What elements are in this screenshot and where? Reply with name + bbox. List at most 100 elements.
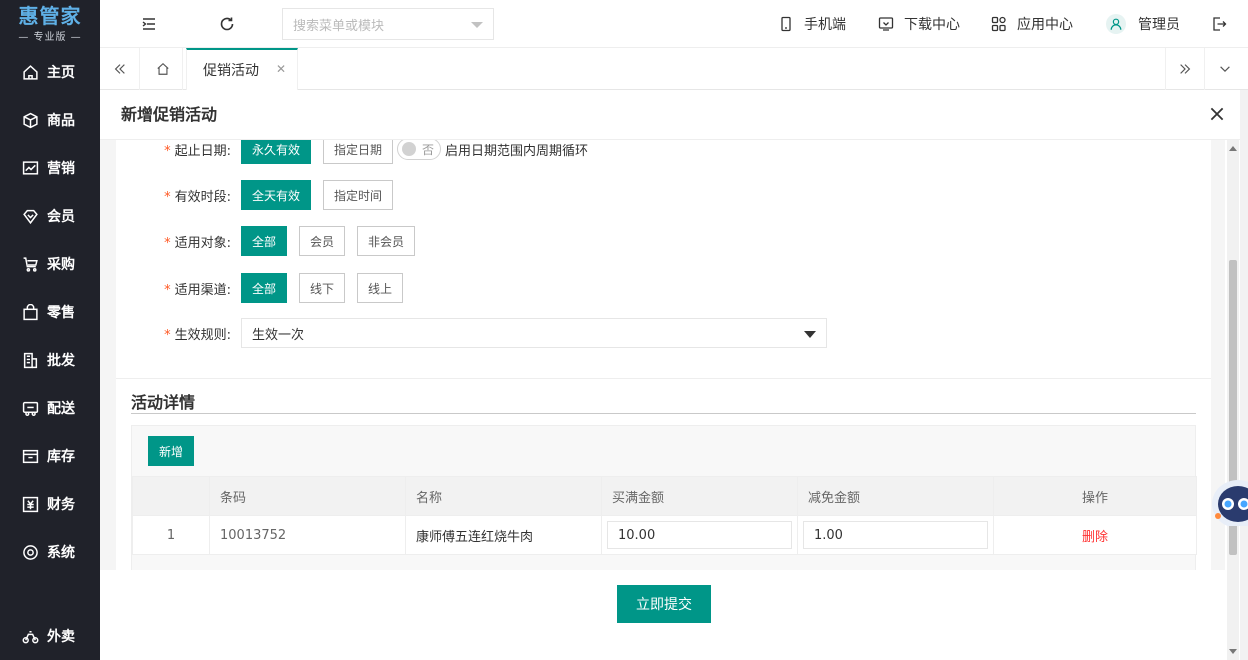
col-full-amount: 买满金额 bbox=[601, 476, 798, 516]
mobile-icon bbox=[781, 16, 791, 32]
date-option-specific-button[interactable]: 指定日期 bbox=[323, 140, 394, 164]
form-label: * 有效时段: bbox=[116, 186, 241, 205]
purchase-icon bbox=[22, 256, 39, 273]
form-card: * 起止日期: 永久有效 指定日期 否 启用日期范围内周期循环 * 有效时段: 全天… bbox=[116, 140, 1211, 378]
sidebar-item-finance[interactable]: 财务 bbox=[0, 480, 100, 528]
brand-title: 惠管家 bbox=[18, 4, 82, 28]
bag-icon bbox=[22, 303, 39, 321]
avatar bbox=[1106, 14, 1126, 34]
delete-row-link[interactable]: 删除 bbox=[1082, 530, 1108, 545]
top-header: 搜索菜单或模块 手机端 下载中心 应用中心 管理员 bbox=[100, 0, 1248, 48]
target-option-all-button[interactable]: 全部 bbox=[241, 226, 288, 256]
switch-knob bbox=[402, 142, 417, 156]
switch-text: 否 bbox=[422, 142, 435, 157]
search-menu-select[interactable]: 搜索菜单或模块 bbox=[282, 8, 494, 40]
col-name: 名称 bbox=[405, 476, 602, 516]
dialog-body: * 起止日期: 永久有效 指定日期 否 启用日期范围内周期循环 * 有效时段: 全天… bbox=[100, 140, 1225, 570]
period-option-specific-button[interactable]: 指定时间 bbox=[323, 180, 394, 210]
dialog-close-icon[interactable] bbox=[1208, 105, 1226, 123]
divider bbox=[131, 413, 1196, 414]
assistant-robot-icon[interactable] bbox=[1210, 470, 1248, 526]
sidebar-item-marketing[interactable]: 营销 bbox=[0, 144, 100, 192]
close-icon[interactable]: ✕ bbox=[275, 63, 287, 75]
target-option-member-button[interactable]: 会员 bbox=[299, 226, 346, 256]
col-minus-amount: 减免金额 bbox=[797, 476, 994, 516]
col-action: 操作 bbox=[993, 476, 1197, 516]
brand-logo[interactable]: 惠管家 — 专业版 — bbox=[0, 0, 100, 48]
sidebar-item-label: 主页 bbox=[47, 65, 75, 81]
minus-amount-input[interactable]: 1.00 bbox=[803, 521, 988, 549]
home-tab-icon[interactable] bbox=[143, 48, 183, 90]
tab-label: 促销活动 bbox=[203, 63, 259, 79]
form-label: * 起止日期: bbox=[116, 140, 241, 159]
sidebar-item-home[interactable]: 主页 bbox=[0, 48, 100, 96]
add-row-button[interactable]: 新增 bbox=[148, 436, 195, 466]
app-center-link[interactable]: 应用中心 bbox=[991, 0, 1073, 48]
sidebar-item-inventory[interactable]: 库存 bbox=[0, 432, 100, 480]
sidebar-item-retail[interactable]: 零售 bbox=[0, 288, 100, 336]
submit-button[interactable]: 立即提交 bbox=[617, 585, 711, 623]
sidebar-item-delivery[interactable]: 配送 bbox=[0, 384, 100, 432]
finance-icon bbox=[22, 496, 39, 513]
tab-menu-chevron-down-icon[interactable] bbox=[1205, 48, 1245, 90]
target-option-nonmember-button[interactable]: 非会员 bbox=[357, 226, 416, 256]
rule-select[interactable]: 生效一次 bbox=[241, 318, 827, 348]
user-menu[interactable]: 管理员 bbox=[1106, 0, 1180, 48]
sidebar-bottom: 外卖 bbox=[0, 612, 100, 660]
dialog-scrollbar[interactable] bbox=[1227, 140, 1239, 660]
scroll-up-icon[interactable] bbox=[1229, 146, 1237, 151]
required-mark: * bbox=[164, 235, 171, 251]
inventory-icon bbox=[22, 448, 39, 465]
member-icon bbox=[22, 208, 39, 225]
form-row-target: * 适用对象: 全部 会员 非会员 bbox=[116, 225, 427, 257]
dialog-footer: 立即提交 bbox=[100, 570, 1225, 660]
form-row-rule: * 生效规则: 生效一次 bbox=[116, 317, 827, 349]
required-mark: * bbox=[164, 282, 171, 298]
sidebar-item-member[interactable]: 会员 bbox=[0, 192, 100, 240]
rule-select-value: 生效一次 bbox=[252, 327, 305, 343]
cycle-switch[interactable]: 否 bbox=[397, 140, 442, 160]
table-row: 1 10013752 康师傅五连红烧牛肉 10.00 1.00 删除 bbox=[132, 515, 1197, 555]
sidebar-item-label: 系统 bbox=[47, 545, 75, 561]
refresh-icon[interactable] bbox=[218, 15, 236, 33]
col-barcode: 条码 bbox=[209, 476, 406, 516]
tab-scroll-left-icon[interactable] bbox=[100, 48, 140, 90]
logout-icon[interactable] bbox=[1210, 15, 1228, 33]
home-icon bbox=[22, 64, 39, 81]
sidebar-item-takeout[interactable]: 外卖 bbox=[0, 612, 100, 660]
sidebar-item-purchase[interactable]: 采购 bbox=[0, 240, 100, 288]
apps-label: 应用中心 bbox=[1017, 17, 1073, 33]
channel-label: 适用渠道: bbox=[174, 282, 231, 298]
download-icon bbox=[878, 17, 894, 31]
tab-promotion[interactable]: 促销活动 ✕ bbox=[186, 48, 298, 90]
table-header-row: 条码 名称 买满金额 减免金额 操作 bbox=[132, 476, 1197, 516]
date-label: 起止日期: bbox=[174, 143, 231, 159]
row-index: 1 bbox=[132, 515, 210, 555]
channel-option-online-button[interactable]: 线上 bbox=[357, 273, 404, 303]
download-center-link[interactable]: 下载中心 bbox=[878, 0, 960, 48]
tab-scroll-right-icon[interactable] bbox=[1165, 48, 1205, 90]
required-mark: * bbox=[164, 189, 171, 205]
chevron-down-icon bbox=[471, 22, 483, 28]
channel-option-offline-button[interactable]: 线下 bbox=[299, 273, 346, 303]
date-option-permanent-button[interactable]: 永久有效 bbox=[241, 140, 312, 164]
period-option-allday-button[interactable]: 全天有效 bbox=[241, 180, 312, 210]
mobile-link[interactable]: 手机端 bbox=[778, 0, 846, 48]
download-label: 下载中心 bbox=[904, 17, 960, 33]
sidebar-item-system[interactable]: 系统 bbox=[0, 528, 100, 576]
sidebar-item-wholesale[interactable]: 批发 bbox=[0, 336, 100, 384]
menu-collapse-icon[interactable] bbox=[140, 15, 158, 33]
sidebar-menu: 主页 商品 营销 会员 采购 零售 批发 配送 库存 财务 系统 bbox=[0, 48, 100, 576]
full-amount-input[interactable]: 10.00 bbox=[607, 521, 792, 549]
cycle-switch-label: 启用日期范围内周期循环 bbox=[445, 143, 589, 159]
sidebar-item-label: 财务 bbox=[47, 497, 75, 513]
promotion-dialog: 新增促销活动 * 起止日期: 永久有效 指定日期 否 启用日期范围内周期循环 * 有… bbox=[100, 90, 1240, 660]
sidebar-item-label: 库存 bbox=[47, 449, 75, 465]
sidebar-item-goods[interactable]: 商品 bbox=[0, 96, 100, 144]
row-name: 康师傅五连红烧牛肉 bbox=[405, 515, 602, 555]
channel-option-all-button[interactable]: 全部 bbox=[241, 273, 288, 303]
sidebar: 惠管家 — 专业版 — 主页 商品 营销 会员 采购 零售 批发 配送 库存 财… bbox=[0, 0, 100, 660]
chevron-down-icon bbox=[804, 331, 816, 338]
scroll-down-icon[interactable] bbox=[1229, 649, 1237, 654]
building-icon bbox=[22, 352, 39, 369]
